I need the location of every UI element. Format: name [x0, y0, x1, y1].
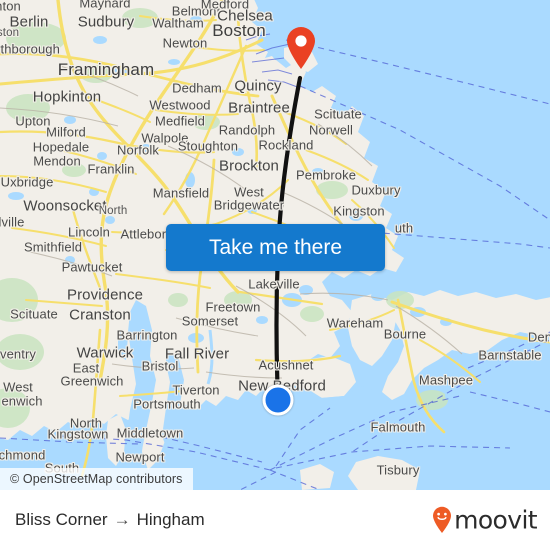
- route-destination: Hingham: [136, 510, 205, 529]
- map-canvas[interactable]: ntonBerlinMaynardSudburyBelmontMedfordCh…: [0, 0, 550, 490]
- take-me-there-button[interactable]: Take me there: [166, 224, 385, 271]
- route-title: Bliss Corner → Hingham: [15, 510, 205, 530]
- footer-bar: Bliss Corner → Hingham moovit: [0, 490, 550, 550]
- moovit-pin-icon: [433, 506, 452, 533]
- route-arrow-icon: →: [113, 510, 131, 529]
- destination-marker[interactable]: [285, 26, 317, 70]
- moovit-logo[interactable]: moovit: [432, 505, 538, 535]
- origin-marker[interactable]: [262, 384, 294, 416]
- moovit-wordmark: moovit: [454, 505, 537, 535]
- route-origin: Bliss Corner: [15, 510, 108, 529]
- osm-attribution[interactable]: © OpenStreetMap contributors: [0, 468, 193, 490]
- trip-map-screen: ntonBerlinMaynardSudburyBelmontMedfordCh…: [0, 0, 550, 550]
- map-pin-icon: [287, 27, 315, 69]
